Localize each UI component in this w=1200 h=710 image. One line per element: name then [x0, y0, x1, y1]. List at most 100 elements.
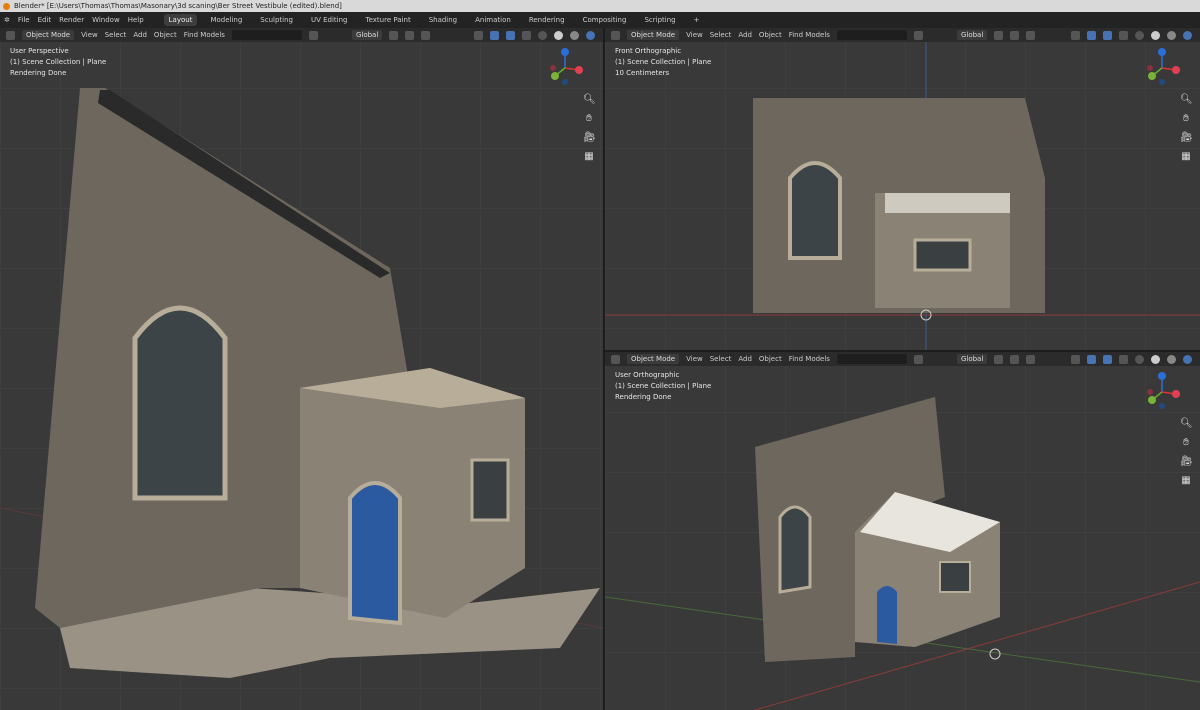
filter-icon[interactable] — [913, 354, 923, 364]
snap-icon[interactable] — [405, 30, 415, 40]
camera-icon[interactable]: 🎥︎ — [1180, 132, 1193, 143]
wireframe-shading-icon[interactable] — [1135, 354, 1144, 364]
blender-menu-icon[interactable]: ✲ — [4, 16, 10, 24]
solid-shading-icon[interactable] — [554, 30, 563, 40]
proportional-edit-icon[interactable] — [1026, 354, 1036, 364]
select-menu[interactable]: Select — [710, 31, 732, 39]
visibility-icon[interactable] — [474, 30, 483, 40]
solid-shading-icon[interactable] — [1151, 30, 1160, 40]
tab-sculpting[interactable]: Sculpting — [255, 14, 298, 26]
grid-icon[interactable]: ▦ — [1180, 151, 1192, 162]
pivot-icon[interactable] — [389, 30, 399, 40]
viewport-user-orthographic[interactable]: Object Mode View Select Add Object Find … — [605, 352, 1200, 710]
orientation-dropdown[interactable]: Global — [956, 30, 988, 40]
orientation-dropdown[interactable]: Global — [956, 354, 988, 364]
search-input[interactable] — [231, 30, 302, 40]
orientation-dropdown[interactable]: Global — [351, 30, 383, 40]
hand-pan-icon[interactable]: ✋︎ — [1180, 113, 1192, 124]
add-workspace-button[interactable]: + — [689, 14, 705, 26]
overlay-toggle-icon[interactable] — [506, 30, 515, 40]
zoom-icon[interactable]: 🔍︎ — [583, 94, 596, 105]
tab-scripting[interactable]: Scripting — [639, 14, 680, 26]
navigation-gizmo[interactable] — [545, 46, 585, 86]
grid-icon[interactable]: ▦ — [1180, 475, 1192, 486]
view-menu[interactable]: View — [81, 31, 98, 39]
zoom-icon[interactable]: 🔍︎ — [1180, 94, 1193, 105]
xray-icon[interactable] — [1119, 30, 1128, 40]
object-menu[interactable]: Object — [759, 31, 782, 39]
snap-icon[interactable] — [1010, 30, 1020, 40]
rendered-shading-icon[interactable] — [1183, 354, 1192, 364]
menu-help[interactable]: Help — [128, 16, 144, 24]
menu-edit[interactable]: Edit — [38, 16, 52, 24]
rendered-shading-icon[interactable] — [1183, 30, 1192, 40]
object-menu[interactable]: Object — [154, 31, 177, 39]
select-menu[interactable]: Select — [105, 31, 127, 39]
zoom-icon[interactable]: 🔍︎ — [1180, 418, 1193, 429]
camera-icon[interactable]: 🎥︎ — [583, 132, 596, 143]
find-models-menu[interactable]: Find Models — [789, 31, 830, 39]
tab-animation[interactable]: Animation — [470, 14, 516, 26]
editor-type-icon[interactable] — [6, 30, 15, 40]
mode-dropdown[interactable]: Object Mode — [627, 354, 680, 364]
pivot-icon[interactable] — [994, 354, 1004, 364]
select-menu[interactable]: Select — [710, 355, 732, 363]
material-shading-icon[interactable] — [1167, 30, 1176, 40]
object-menu[interactable]: Object — [759, 355, 782, 363]
proportional-edit-icon[interactable] — [421, 30, 431, 40]
find-models-menu[interactable]: Find Models — [184, 31, 225, 39]
gizmo-toggle-icon[interactable] — [490, 30, 499, 40]
tab-shading[interactable]: Shading — [424, 14, 462, 26]
tab-rendering[interactable]: Rendering — [524, 14, 570, 26]
search-input[interactable] — [836, 30, 907, 40]
tab-layout[interactable]: Layout — [163, 14, 198, 26]
menu-file[interactable]: File — [18, 16, 30, 24]
visibility-icon[interactable] — [1071, 354, 1080, 364]
add-menu[interactable]: Add — [738, 355, 752, 363]
menu-render[interactable]: Render — [59, 16, 84, 24]
proportional-edit-icon[interactable] — [1026, 30, 1036, 40]
search-input[interactable] — [836, 354, 907, 364]
pivot-icon[interactable] — [994, 30, 1004, 40]
solid-shading-icon[interactable] — [1151, 354, 1160, 364]
view-menu[interactable]: View — [686, 355, 703, 363]
menu-window[interactable]: Window — [92, 16, 120, 24]
xray-icon[interactable] — [1119, 354, 1128, 364]
rendered-shading-icon[interactable] — [586, 30, 595, 40]
editor-type-icon[interactable] — [611, 354, 620, 364]
filter-icon[interactable] — [913, 30, 923, 40]
hand-pan-icon[interactable]: ✋︎ — [1180, 437, 1192, 448]
material-shading-icon[interactable] — [570, 30, 579, 40]
view-menu[interactable]: View — [686, 31, 703, 39]
navigation-gizmo[interactable] — [1142, 370, 1182, 410]
viewport-front-orthographic[interactable]: Object Mode View Select Add Object Find … — [605, 28, 1200, 350]
wireframe-shading-icon[interactable] — [1135, 30, 1144, 40]
tab-texture-paint[interactable]: Texture Paint — [361, 14, 416, 26]
editor-type-icon[interactable] — [611, 30, 620, 40]
tab-uv-editing[interactable]: UV Editing — [306, 14, 353, 26]
snap-icon[interactable] — [1010, 354, 1020, 364]
tab-modeling[interactable]: Modeling — [205, 14, 247, 26]
find-models-menu[interactable]: Find Models — [789, 355, 830, 363]
mode-dropdown[interactable]: Object Mode — [627, 30, 680, 40]
navigation-gizmo[interactable] — [1142, 46, 1182, 86]
filter-icon[interactable] — [308, 30, 318, 40]
add-menu[interactable]: Add — [738, 31, 752, 39]
navigation-tools: 🔍︎ ✋︎ 🎥︎ ▦ — [1180, 418, 1193, 486]
overlay-toggle-icon[interactable] — [1103, 30, 1112, 40]
gizmo-toggle-icon[interactable] — [1087, 354, 1096, 364]
overlay-toggle-icon[interactable] — [1103, 354, 1112, 364]
visibility-icon[interactable] — [1071, 30, 1080, 40]
add-menu[interactable]: Add — [133, 31, 147, 39]
material-shading-icon[interactable] — [1167, 354, 1176, 364]
mode-dropdown[interactable]: Object Mode — [22, 30, 75, 40]
camera-icon[interactable]: 🎥︎ — [1180, 456, 1193, 467]
wireframe-shading-icon[interactable] — [538, 30, 547, 40]
xray-icon[interactable] — [522, 30, 531, 40]
viewport-perspective[interactable]: Object Mode View Select Add Object Find … — [0, 28, 603, 710]
grid-icon[interactable]: ▦ — [583, 151, 595, 162]
tab-compositing[interactable]: Compositing — [578, 14, 632, 26]
gizmo-toggle-icon[interactable] — [1087, 30, 1096, 40]
collection-info: (1) Scene Collection | Plane — [615, 382, 712, 390]
hand-pan-icon[interactable]: ✋︎ — [583, 113, 595, 124]
